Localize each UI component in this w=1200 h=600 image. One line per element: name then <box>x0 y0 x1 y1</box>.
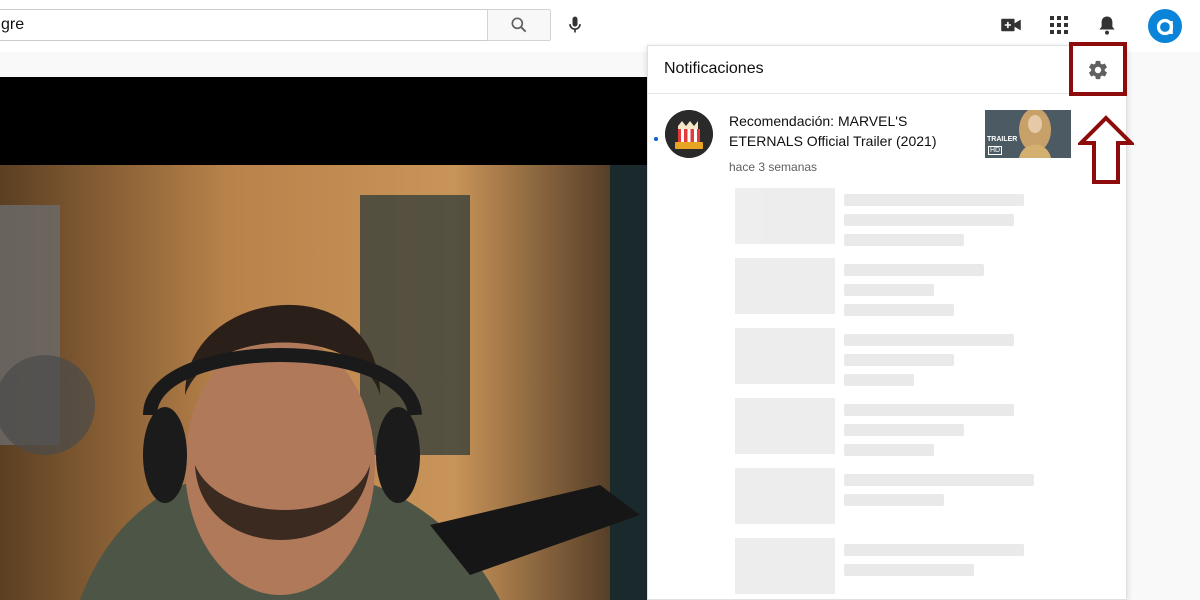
highlight-box <box>1069 42 1127 96</box>
faded-row <box>735 188 1035 248</box>
notifications-button[interactable] <box>1091 9 1123 41</box>
faded-row <box>735 468 1035 528</box>
create-button[interactable] <box>995 9 1027 41</box>
apps-grid-icon <box>1050 16 1068 34</box>
unread-dot <box>654 137 658 141</box>
mic-icon <box>569 16 581 33</box>
faded-row <box>735 328 1035 388</box>
faded-row <box>735 538 1035 598</box>
up-arrow-annotation <box>1078 115 1134 184</box>
notifications-header: Notificaciones <box>648 46 1126 94</box>
thumbnail-badge-trailer: TRAILER <box>987 136 1018 143</box>
bell-icon <box>1099 16 1115 35</box>
notification-thumbnail: TRAILER HD <box>985 110 1071 158</box>
faded-row <box>735 398 1035 458</box>
avatar-a-icon <box>1151 12 1179 40</box>
search-input[interactable] <box>0 10 488 40</box>
apps-button[interactable] <box>1043 9 1075 41</box>
notifications-panel: Notificaciones Recomendación: MARVEL'S E… <box>647 45 1127 600</box>
channel-avatar <box>665 110 713 158</box>
video-frame <box>0 165 648 600</box>
faded-background-list <box>686 184 1106 599</box>
voice-search-button[interactable] <box>559 9 591 41</box>
avatar[interactable] <box>1148 9 1182 43</box>
search-button[interactable] <box>487 9 551 41</box>
notifications-title: Notificaciones <box>664 60 764 77</box>
thumbnail-badge-hd: HD <box>988 146 1003 155</box>
notification-time: hace 3 semanas <box>729 160 818 174</box>
video-camera-plus-icon <box>1001 18 1021 32</box>
faded-row <box>735 258 1035 318</box>
search-box[interactable] <box>0 9 488 41</box>
notification-item[interactable]: Recomendación: MARVEL'S ETERNALS Officia… <box>648 102 1126 182</box>
search-icon <box>511 17 527 33</box>
video-player[interactable] <box>0 77 648 600</box>
notification-text: Recomendación: MARVEL'S ETERNALS Officia… <box>729 113 937 149</box>
